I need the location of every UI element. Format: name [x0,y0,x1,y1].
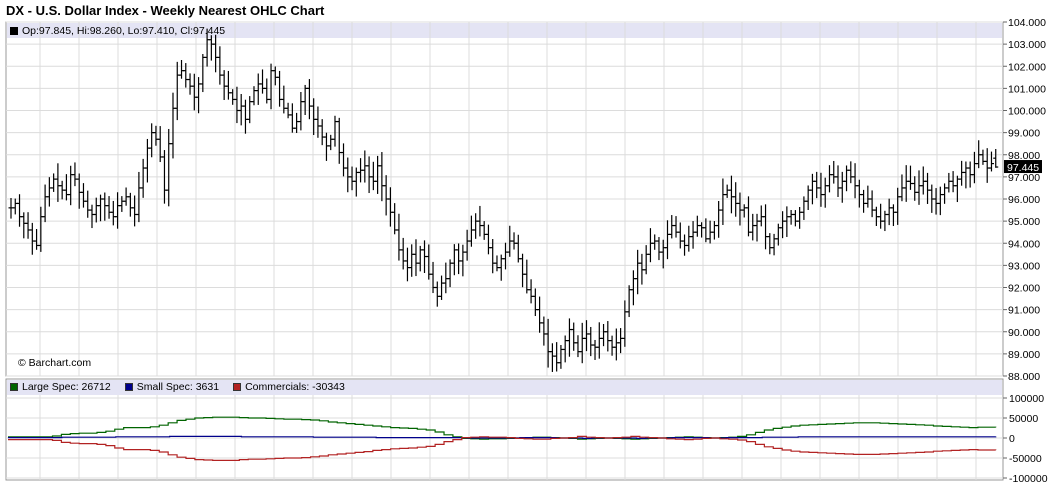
legend-label: Large Spec: 26712 [22,381,111,393]
price-tick-label: 90.000 [1008,327,1040,339]
chart-canvas: 88.000 89.000 90.000 91.000 92.000 93.000 94.0… [5,17,1048,484]
barchart-credit: © Barchart.com [18,357,92,369]
cot-tick-label: -50000 [1009,453,1042,465]
price-tick-label: 101.000 [1008,83,1046,95]
ohlc-readout: Op:97.845, Hi:98.260, Lo:97.410, Cl:97.4… [10,25,225,37]
legend-label: Small Spec: 3631 [136,381,220,393]
legend-item: Small Spec: 3631 [124,381,220,393]
cot-legend: Large Spec: 26712 Small Spec: 3631 Commerc… [10,381,359,393]
legend-swatch [10,383,18,392]
last-price-label: 97.445 [1007,162,1039,174]
price-tick-label: 95.000 [1008,216,1040,228]
price-tick-label: 103.000 [1008,39,1046,51]
price-tick-label: 99.000 [1008,128,1040,140]
legend-swatch [233,383,242,392]
price-tick-label: 94.000 [1008,238,1040,250]
price-tick-label: 93.000 [1008,260,1040,272]
cot-tick-label: 50000 [1009,413,1038,425]
legend-item: Large Spec: 26712 [10,381,111,393]
price-tick-label: 100.000 [1008,106,1046,118]
legend-swatch [124,383,133,392]
price-tick-label: 96.000 [1008,194,1040,206]
price-tick-label: 91.000 [1008,305,1040,317]
price-tick-label: 89.000 [1008,349,1040,361]
legend-label: Commercials: -30343 [245,381,345,393]
price-tick-label: 92.000 [1008,283,1040,295]
price-tick-label: 104.000 [1008,17,1046,29]
price-tick-label: 88.000 [1008,371,1040,383]
ohlc-readout-text: Op:97.845, Hi:98.260, Lo:97.410, Cl:97.4… [22,25,226,37]
cot-tick-label: 100000 [1009,393,1044,405]
legend-item: Commercials: -30343 [233,381,345,393]
cot-tick-label: -100000 [1009,473,1048,484]
cot-tick-label: 0 [1009,433,1015,445]
price-tick-label: 98.000 [1008,150,1040,162]
price-tick-label: 102.000 [1008,61,1046,73]
